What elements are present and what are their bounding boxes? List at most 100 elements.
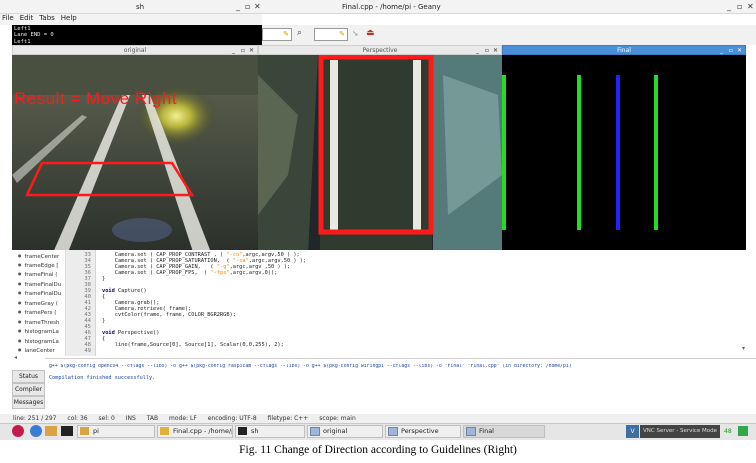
terminal-minimize-button[interactable]: _ bbox=[236, 2, 240, 11]
code-line: line(frame,Source[0], Source[1], Scalar(… bbox=[102, 342, 284, 348]
final-window-title: Final bbox=[617, 47, 631, 54]
menu-edit[interactable]: Edit bbox=[20, 14, 34, 22]
window-icon bbox=[388, 427, 398, 436]
original-frame-image bbox=[12, 55, 258, 255]
code-line: } bbox=[102, 276, 106, 282]
status-line: line: 251 / 297 bbox=[13, 415, 57, 422]
code-line: } bbox=[102, 318, 106, 324]
symbol-item[interactable]: frameFinal ( bbox=[18, 271, 66, 278]
terminal-output[interactable]: Left1 Lane END = 0 Left1 bbox=[12, 25, 262, 45]
original-maximize-button[interactable]: ▫ bbox=[241, 46, 245, 55]
tab-messages[interactable]: Messages bbox=[12, 396, 45, 409]
lane-center-line bbox=[616, 75, 620, 230]
tab-compiler[interactable]: Compiler bbox=[12, 383, 45, 396]
status-scope: scope: main bbox=[319, 415, 356, 422]
perspective-view bbox=[258, 55, 502, 255]
terminal-icon bbox=[238, 427, 247, 435]
code-line: cvtColor(frame, frame, COLOR_BGR2RGB); bbox=[102, 312, 236, 318]
direction-overlay-text: Result = Move Right bbox=[14, 89, 178, 108]
clear-icon: ✎ bbox=[339, 30, 345, 38]
editor-scroll-down-icon[interactable]: ▾ bbox=[742, 345, 745, 352]
original-window-title: original bbox=[123, 47, 147, 54]
perspective-close-button[interactable]: ✕ bbox=[493, 46, 498, 55]
symbol-item[interactable]: histogramLa bbox=[18, 338, 66, 345]
folder-icon bbox=[80, 427, 89, 435]
perspective-maximize-button[interactable]: ▫ bbox=[485, 46, 489, 55]
window-icon bbox=[466, 427, 476, 436]
perspective-frame-image bbox=[258, 55, 502, 255]
symbol-item[interactable]: frameFinalDu bbox=[18, 290, 66, 297]
geany-close-button[interactable]: ✕ bbox=[747, 2, 754, 11]
cpu-usage-indicator: 48 bbox=[724, 428, 732, 435]
final-maximize-button[interactable]: ▫ bbox=[729, 46, 733, 55]
perspective-window-title: Perspective bbox=[362, 47, 398, 54]
clear-icon: ✎ bbox=[283, 30, 289, 38]
toolbar-search-field[interactable]: ✎ bbox=[262, 28, 292, 41]
tab-status[interactable]: Status bbox=[12, 370, 45, 383]
terminal-title: sh bbox=[136, 3, 145, 11]
code-line: void Capture() bbox=[102, 288, 147, 294]
menu-file[interactable]: File bbox=[2, 14, 14, 22]
line-number: 49 bbox=[84, 348, 91, 354]
status-mode: mode: LF bbox=[169, 415, 197, 422]
perspective-minimize-button[interactable]: _ bbox=[476, 46, 479, 55]
raspberry-menu-icon[interactable] bbox=[12, 425, 24, 437]
status-col: col: 36 bbox=[67, 415, 88, 422]
symbol-item[interactable]: frameFinalDu bbox=[18, 281, 66, 288]
geany-maximize-button[interactable]: ▫ bbox=[737, 2, 742, 11]
file-manager-icon[interactable] bbox=[45, 426, 57, 436]
status-tab: TAB bbox=[146, 415, 159, 422]
final-view bbox=[502, 55, 746, 255]
geany-icon bbox=[160, 427, 169, 435]
status-sel: sel: 0 bbox=[98, 415, 115, 422]
quit-icon[interactable]: ⏏ bbox=[366, 28, 375, 38]
terminal-titlebar: sh _ ▫ ✕ bbox=[0, 0, 262, 14]
symbol-item[interactable]: frameThresh bbox=[18, 319, 66, 326]
symbol-item[interactable]: framePers ( bbox=[18, 309, 66, 316]
final-close-button[interactable]: ✕ bbox=[737, 46, 742, 55]
jump-icon[interactable]: ➘ bbox=[352, 29, 359, 38]
final-frame-image bbox=[502, 55, 746, 255]
line-number-gutter: 33 34 35 36 37 38 39 40 41 42 43 44 45 4… bbox=[66, 250, 96, 356]
menu-help[interactable]: Help bbox=[61, 14, 77, 22]
symbol-item[interactable]: frameCenter bbox=[18, 253, 66, 260]
original-close-button[interactable]: ✕ bbox=[249, 46, 254, 55]
terminal-maximize-button[interactable]: ▫ bbox=[245, 2, 250, 11]
status-encoding: encoding: UTF-8 bbox=[207, 415, 257, 422]
final-window-titlebar: Final _ ▫ ✕ bbox=[502, 45, 746, 55]
original-camera-view: Result = Move Right bbox=[12, 55, 258, 255]
window-icon bbox=[310, 427, 320, 436]
geany-titlebar: Final.cpp - /home/pi - Geany _ ▫ ✕ bbox=[262, 0, 756, 14]
compiler-result-line: Compilation finished successfully. bbox=[49, 375, 156, 381]
network-icon[interactable] bbox=[738, 426, 748, 436]
geany-title: Final.cpp - /home/pi - Geany bbox=[342, 3, 441, 11]
code-line: Camera.set ( CAP_PROP_FPS, ( "-fps",argc… bbox=[102, 270, 278, 276]
symbol-item[interactable]: laneCenter bbox=[18, 347, 66, 354]
geany-minimize-button[interactable]: _ bbox=[727, 2, 731, 11]
code-line: void Perspective() bbox=[102, 330, 160, 336]
compiler-messages-panel[interactable]: g++ $(pkg-config opencv4 --cflags --libs… bbox=[45, 358, 756, 413]
editor-statusbar: line: 251 / 297 col: 36 sel: 0 INS TAB m… bbox=[0, 414, 756, 423]
lane-line-left-edge bbox=[502, 75, 506, 230]
sidebar-scroll-left-icon[interactable]: ◂ bbox=[14, 354, 17, 361]
toolbar-goto-field[interactable]: ✎ bbox=[314, 28, 348, 41]
menu-tabs[interactable]: Tabs bbox=[39, 14, 55, 22]
browser-icon[interactable] bbox=[30, 425, 42, 437]
symbol-item[interactable]: histogramLa bbox=[18, 328, 66, 335]
symbol-item[interactable]: frameEdge [ bbox=[18, 262, 66, 269]
status-filetype: filetype: C++ bbox=[267, 415, 309, 422]
terminal-launcher-icon[interactable] bbox=[61, 426, 73, 436]
figure-caption: Fig. 11 Change of Direction according to… bbox=[239, 444, 517, 456]
perspective-window-titlebar: Perspective _ ▫ ✕ bbox=[258, 45, 502, 55]
terminal-close-button[interactable]: ✕ bbox=[254, 2, 261, 11]
search-icon[interactable]: ⌕ bbox=[297, 28, 302, 38]
original-minimize-button[interactable]: _ bbox=[232, 46, 235, 55]
vnc-notification[interactable]: VNC Server - Service Mode bbox=[640, 425, 720, 438]
lane-line-left bbox=[577, 75, 581, 230]
vnc-icon[interactable]: V bbox=[626, 425, 639, 438]
final-minimize-button[interactable]: _ bbox=[720, 46, 723, 55]
lane-line-right bbox=[654, 75, 658, 230]
original-window-titlebar: original _ ▫ ✕ bbox=[12, 45, 258, 55]
symbol-item[interactable]: frameGray ( bbox=[18, 300, 66, 307]
terminal-line: Left1 bbox=[14, 38, 31, 45]
